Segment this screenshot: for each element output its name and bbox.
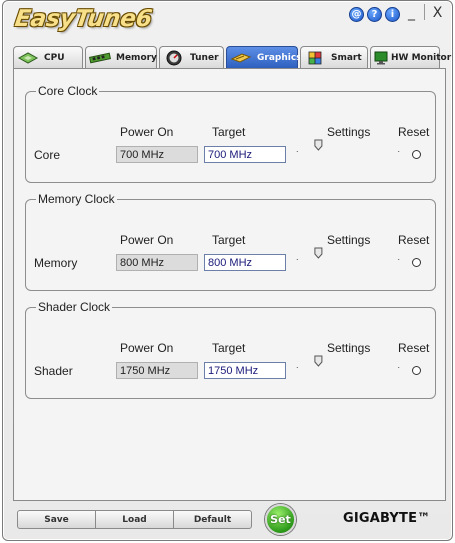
power-on-value: 1750 MHz — [116, 362, 198, 379]
default-button[interactable]: Default — [174, 511, 251, 528]
power-on-header: Power On — [120, 125, 174, 139]
footer-button-group: Save Load Default — [17, 510, 252, 529]
tab-smart[interactable]: Smart — [300, 46, 368, 68]
clock-slider[interactable] — [289, 354, 407, 368]
tab-cpu[interactable]: CPU — [13, 46, 83, 68]
reset-radio[interactable] — [412, 258, 421, 267]
power-on-value: 800 MHz — [116, 254, 198, 271]
reset-radio[interactable] — [412, 150, 421, 159]
slider-thumb[interactable] — [314, 139, 323, 151]
slider-thumb[interactable] — [314, 355, 323, 367]
target-header: Target — [212, 233, 246, 247]
tab-tuner[interactable]: Tuner — [159, 46, 224, 68]
clock-slider[interactable] — [289, 138, 407, 152]
settings-header: Settings — [327, 125, 371, 139]
gauge-icon — [163, 50, 185, 65]
web-link-icon[interactable]: @ — [349, 7, 364, 22]
slider-right-arrow[interactable] — [398, 367, 405, 368]
target-header: Target — [212, 125, 246, 139]
reset-header: Reset — [398, 233, 430, 247]
window-control-divider — [424, 4, 425, 20]
target-header: Target — [212, 341, 246, 355]
title-icon-group: @ ? i — [349, 7, 400, 22]
target-input[interactable]: 800 MHz — [204, 254, 286, 271]
row-label: Shader — [34, 364, 73, 378]
graphics-card-icon — [230, 51, 252, 65]
clock-slider[interactable] — [289, 246, 407, 260]
smart-cube-icon — [304, 51, 326, 65]
tab-bar: CPU Memory Tuner Graphics Smart HW Monit… — [13, 46, 451, 68]
memory-clock-group: Memory Clock Power On Target Settings Re… — [25, 192, 436, 291]
group-title: Shader Clock — [36, 300, 113, 314]
close-button[interactable]: X — [429, 4, 446, 21]
load-button[interactable]: Load — [96, 511, 174, 528]
memory-module-icon — [89, 51, 111, 65]
power-on-header: Power On — [120, 341, 174, 355]
tab-hw-monitor[interactable]: HW Monitor — [370, 46, 451, 68]
slider-left-arrow[interactable] — [291, 259, 298, 260]
save-button[interactable]: Save — [18, 511, 96, 528]
settings-header: Settings — [327, 233, 371, 247]
settings-header: Settings — [327, 341, 371, 355]
slider-left-arrow[interactable] — [291, 367, 298, 368]
window-controls: _ X — [403, 4, 446, 21]
shader-clock-group: Shader Clock Power On Target Settings Re… — [25, 300, 436, 399]
slider-right-arrow[interactable] — [398, 151, 405, 152]
reset-header: Reset — [398, 125, 430, 139]
info-icon[interactable]: i — [385, 7, 400, 22]
row-label: Memory — [34, 256, 78, 270]
monitor-icon — [374, 51, 388, 65]
slider-left-arrow[interactable] — [291, 151, 298, 152]
tab-graphics[interactable]: Graphics — [226, 46, 302, 68]
tab-memory[interactable]: Memory — [85, 46, 157, 68]
minimize-button[interactable]: _ — [403, 4, 420, 21]
core-clock-group: Core Clock Power On Target Settings Rese… — [25, 84, 436, 183]
slider-right-arrow[interactable] — [398, 259, 405, 260]
slider-thumb[interactable] — [314, 247, 323, 259]
power-on-value: 700 MHz — [116, 146, 198, 163]
app-logo: EasyTune6 — [13, 6, 154, 32]
row-label: Core — [34, 148, 61, 162]
cpu-chip-icon — [17, 51, 39, 65]
easytune-window: EasyTune6 @ ? i _ X CPU Memory Tuner Gra… — [2, 0, 453, 541]
group-title: Memory Clock — [36, 192, 117, 206]
gigabyte-logo: GIGABYTE™ — [343, 511, 431, 526]
reset-radio[interactable] — [412, 366, 421, 375]
target-input[interactable]: 1750 MHz — [204, 362, 286, 379]
reset-header: Reset — [398, 341, 430, 355]
set-button[interactable]: Set — [265, 504, 296, 535]
power-on-header: Power On — [120, 233, 174, 247]
target-input[interactable]: 700 MHz — [204, 146, 286, 163]
help-icon[interactable]: ? — [367, 7, 382, 22]
group-title: Core Clock — [36, 84, 100, 98]
